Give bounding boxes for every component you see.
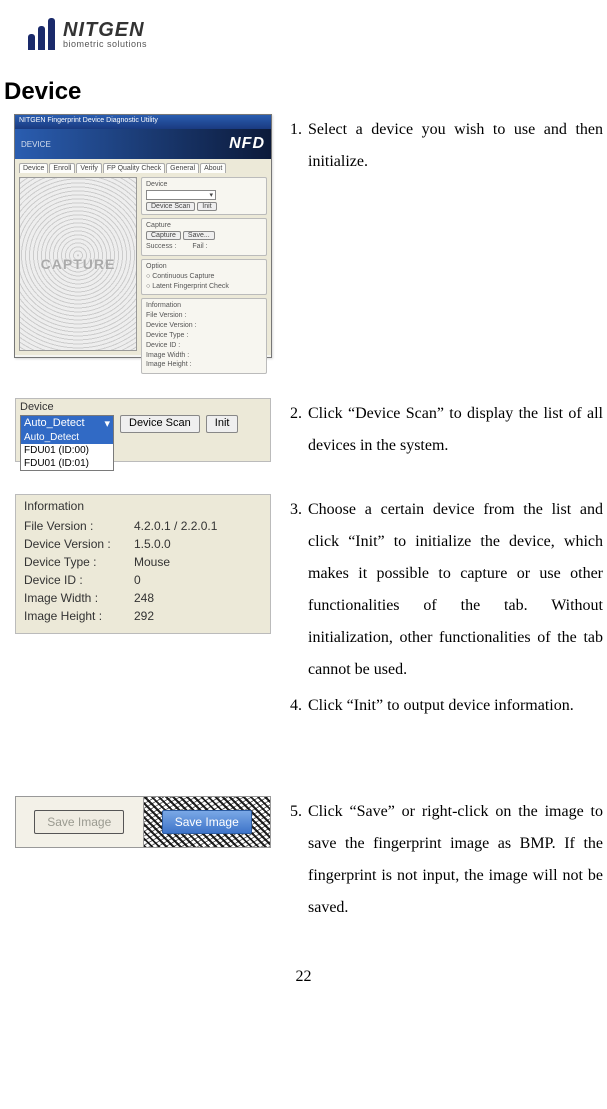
fail-label: Fail : (192, 242, 207, 252)
brand-logo-icon (28, 18, 55, 50)
device-scan-button[interactable]: Device Scan (146, 202, 195, 211)
step-text: Click “Save” or right-click on the image… (308, 796, 603, 924)
device-option[interactable]: FDU01 (ID:00) (21, 444, 113, 457)
info-image-width: Image Width : (146, 351, 262, 361)
window-titlebar: NITGEN Fingerprint Device Diagnostic Uti… (15, 115, 271, 129)
option-latent[interactable]: ○ Latent Fingerprint Check (146, 282, 262, 292)
step-1: 1. Select a device you wish to use and t… (290, 114, 603, 178)
tab-verify[interactable]: Verify (76, 163, 102, 173)
group-information-label: Information (146, 302, 262, 309)
fingerprint-preview: CAPTURE (19, 177, 137, 351)
info-row: Device ID :0 (24, 571, 262, 589)
step-text: Choose a certain device from the list an… (308, 494, 603, 686)
group-information: Information File Version : Device Versio… (141, 298, 267, 374)
device-selected: Auto_Detect (24, 417, 85, 430)
brand-header: NITGEN biometric solutions (0, 18, 607, 50)
step-number: 3. (290, 494, 308, 686)
banner-right-logo: NFD (229, 135, 265, 153)
info-image-height: Image Height : (146, 360, 262, 370)
banner-left-label: DEVICE (21, 140, 51, 149)
step-text: Select a device you wish to use and then… (308, 114, 603, 178)
info-row: Device Version :1.5.0.0 (24, 535, 262, 553)
tab-fp-quality[interactable]: FP Quality Check (103, 163, 165, 173)
save-image-button-disabled: Save Image (34, 810, 124, 834)
capture-watermark: CAPTURE (41, 256, 116, 272)
step-number: 2. (290, 398, 308, 462)
screenshot-app-window: NITGEN Fingerprint Device Diagnostic Uti… (14, 114, 272, 358)
option-continuous[interactable]: ○ Continuous Capture (146, 272, 262, 282)
step-3: 3. Choose a certain device from the list… (290, 494, 603, 686)
brand-tagline: biometric solutions (63, 40, 147, 49)
save-button[interactable]: Save... (183, 231, 215, 240)
step-5: 5. Click “Save” or right-click on the im… (290, 796, 603, 924)
info-row: Image Width :248 (24, 589, 262, 607)
info-row: File Version :4.2.0.1 / 2.2.0.1 (24, 517, 262, 535)
page-number: 22 (0, 968, 607, 1002)
info-row: Image Height :292 (24, 607, 262, 625)
tab-general[interactable]: General (166, 163, 199, 173)
info-device-id: Device ID : (146, 341, 262, 351)
init-button[interactable]: Init (206, 415, 239, 433)
section-title: Device (4, 78, 607, 106)
device-combo[interactable]: ▾ (146, 190, 216, 200)
tab-strip: Device Enroll Verify FP Quality Check Ge… (15, 159, 271, 173)
tab-device[interactable]: Device (19, 163, 48, 173)
tab-enroll[interactable]: Enroll (49, 163, 75, 173)
info-device-version: Device Version : (146, 321, 262, 331)
brand-name: NITGEN (63, 20, 147, 40)
info-panel-title: Information (24, 499, 262, 513)
device-group-label: Device (20, 401, 266, 413)
info-device-type: Device Type : (146, 331, 262, 341)
tab-about[interactable]: About (200, 163, 226, 173)
step-number: 1. (290, 114, 308, 178)
step-text: Click “Device Scan” to display the list … (308, 398, 603, 462)
group-capture-label: Capture (146, 222, 262, 229)
group-option: Option ○ Continuous Capture ○ Latent Fin… (141, 259, 267, 296)
group-capture: Capture Capture Save... Success : Fail : (141, 218, 267, 256)
init-button[interactable]: Init (197, 202, 216, 211)
device-option[interactable]: Auto_Detect (21, 431, 113, 444)
chevron-down-icon: ▾ (104, 417, 110, 430)
group-device-label: Device (146, 181, 262, 188)
screenshot-info-panel: Information File Version :4.2.0.1 / 2.2.… (15, 494, 271, 634)
success-label: Success : (146, 242, 176, 252)
info-row: Device Type :Mouse (24, 553, 262, 571)
device-scan-button[interactable]: Device Scan (120, 415, 200, 433)
screenshot-save-buttons: Save Image Save Image (15, 796, 271, 848)
group-option-label: Option (146, 263, 262, 270)
info-file-version: File Version : (146, 311, 262, 321)
step-number: 5. (290, 796, 308, 924)
group-device: Device ▾ Device Scan Init (141, 177, 267, 215)
screenshot-device-dropdown: Device Auto_Detect▾ Auto_Detect FDU01 (I… (15, 398, 271, 462)
save-image-button[interactable]: Save Image (162, 810, 252, 834)
device-option[interactable]: FDU01 (ID:01) (21, 457, 113, 470)
step-number: 4. (290, 690, 308, 722)
step-text: Click “Init” to output device informatio… (308, 690, 603, 722)
capture-button[interactable]: Capture (146, 231, 181, 240)
step-4: 4. Click “Init” to output device informa… (290, 690, 603, 722)
device-select[interactable]: Auto_Detect▾ Auto_Detect FDU01 (ID:00) F… (20, 415, 114, 471)
step-2: 2. Click “Device Scan” to display the li… (290, 398, 603, 462)
